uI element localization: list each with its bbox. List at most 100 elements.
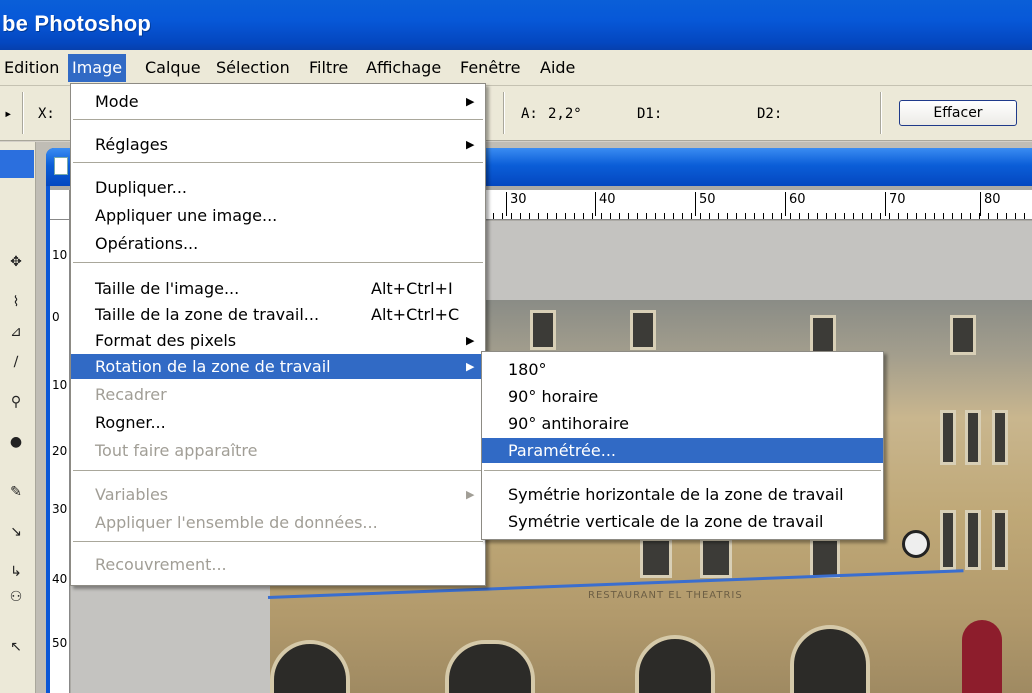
clear-button[interactable]: Effacer xyxy=(899,100,1017,126)
menu-item-recouvrement[interactable]: Recouvrement... xyxy=(71,552,485,577)
move-tool-icon[interactable]: ✥ xyxy=(6,252,26,272)
photo-dormer-window xyxy=(530,310,556,350)
photo-window xyxy=(940,510,956,570)
menu-item-variables[interactable]: Variables ▶ xyxy=(71,482,485,507)
submenu-item-90-antihoraire[interactable]: 90° antihoraire xyxy=(482,411,883,436)
menu-item-operations[interactable]: Opérations... xyxy=(71,231,485,256)
menu-calque[interactable]: Calque xyxy=(141,54,205,82)
menu-separator xyxy=(73,162,483,164)
photo-window xyxy=(992,510,1008,570)
submenu-item-symetrie-horizontale[interactable]: Symétrie horizontale de la zone de trava… xyxy=(482,482,883,507)
menu-selection[interactable]: Sélection xyxy=(212,54,294,82)
menu-affichage[interactable]: Affichage xyxy=(362,54,445,82)
brush-tool-icon[interactable]: ∕ xyxy=(6,352,26,372)
photo-arch xyxy=(790,625,870,693)
menu-item-dupliquer[interactable]: Dupliquer... xyxy=(71,175,485,200)
menu-separator xyxy=(73,119,483,121)
ruler-vertical[interactable]: 10 0 10 20 30 40 50 xyxy=(50,190,70,693)
menu-item-appliquer-ensemble-donnees[interactable]: Appliquer l'ensemble de données... xyxy=(71,510,485,535)
photo-dormer-window xyxy=(630,310,656,350)
photo-window xyxy=(965,510,981,570)
image-menu-dropdown: Mode ▶ Réglages ▶ Dupliquer... Appliquer… xyxy=(70,83,486,586)
ruler-tick-label: 80 xyxy=(980,192,1001,216)
menu-item-label: Appliquer l'ensemble de données... xyxy=(95,513,378,532)
menu-item-rogner[interactable]: Rogner... xyxy=(71,410,485,435)
menu-item-label: Recouvrement... xyxy=(95,555,227,574)
lasso-tool-icon[interactable]: ⌇ xyxy=(6,292,26,312)
ruler-origin[interactable] xyxy=(50,190,70,220)
submenu-item-symetrie-verticale[interactable]: Symétrie verticale de la zone de travail xyxy=(482,509,883,534)
document-icon xyxy=(54,157,68,175)
menu-aide[interactable]: Aide xyxy=(536,54,579,82)
menu-item-label: Recadrer xyxy=(95,385,167,404)
ruler-tick-label: 50 xyxy=(695,192,716,216)
pen-tool-icon[interactable]: ✎ xyxy=(6,482,26,502)
menu-item-label: Opérations... xyxy=(95,234,199,253)
menu-item-mode[interactable]: Mode ▶ xyxy=(71,89,485,114)
menu-separator xyxy=(73,541,483,543)
toolbox: ✥ ⌇ ⊿ ∕ ⚲ ● ✎ ↘ ↳ ⚇ ↖ xyxy=(0,142,36,693)
notes-tool-icon[interactable]: ⚇ xyxy=(6,587,26,607)
ruler-tick-label: 40 xyxy=(595,192,616,216)
menu-item-label: Rogner... xyxy=(95,413,166,432)
type-tool-icon[interactable]: ↘ xyxy=(6,522,26,542)
menu-fenetre[interactable]: Fenêtre xyxy=(456,54,525,82)
submenu-arrow-icon: ▶ xyxy=(466,488,475,501)
crop-tool-icon[interactable]: ⊿ xyxy=(6,322,26,342)
measure-tool-icon[interactable]: ↳ xyxy=(6,562,26,582)
d1-label: D1: xyxy=(637,106,663,122)
menu-item-label: Mode xyxy=(95,92,139,111)
menu-item-format-pixels[interactable]: Format des pixels ▶ xyxy=(71,328,485,353)
stamp-tool-icon[interactable]: ⚲ xyxy=(6,392,26,412)
d2-label: D2: xyxy=(757,106,783,122)
menu-separator xyxy=(73,262,483,264)
photo-sign-text: RESTAURANT EL THEATRIS xyxy=(588,590,743,601)
ruler-tick-label: 30 xyxy=(52,502,68,516)
ruler-tick-label: 30 xyxy=(506,192,527,216)
menu-separator xyxy=(484,470,881,472)
submenu-item-180[interactable]: 180° xyxy=(482,357,883,382)
rotation-submenu: 180° 90° horaire 90° antihoraire Paramét… xyxy=(481,351,884,540)
menu-item-label: Rotation de la zone de travail xyxy=(95,357,331,376)
photo-red-door xyxy=(962,620,1002,693)
photo-clock xyxy=(902,530,930,558)
menu-item-shortcut: Alt+Ctrl+I xyxy=(371,279,453,298)
photo-arch xyxy=(635,635,715,693)
ruler-tick-label: 60 xyxy=(785,192,806,216)
submenu-arrow-icon: ▶ xyxy=(466,138,475,151)
menu-item-label: Tout faire apparaître xyxy=(95,441,258,460)
menu-item-label: Dupliquer... xyxy=(95,178,188,197)
angle-value: 2,2° xyxy=(548,106,582,122)
menu-image[interactable]: Image xyxy=(68,54,127,82)
menu-item-label: Appliquer une image... xyxy=(95,206,278,225)
app-title-bar: be Photoshop xyxy=(0,0,1032,50)
options-caret-icon[interactable]: ▸ xyxy=(4,106,12,122)
menu-item-recadrer[interactable]: Recadrer xyxy=(71,382,485,407)
photo-window xyxy=(700,538,732,578)
ruler-tick-label: 10 xyxy=(52,248,68,262)
photo-window xyxy=(940,410,956,465)
menu-item-label: Taille de l'image... xyxy=(95,279,240,298)
hand-tool-icon[interactable]: ↖ xyxy=(6,637,26,657)
menu-item-reglages[interactable]: Réglages ▶ xyxy=(71,132,485,157)
menu-item-taille-image[interactable]: Taille de l'image... Alt+Ctrl+I xyxy=(71,276,485,301)
menu-item-rotation-zone-travail[interactable]: Rotation de la zone de travail ▶ xyxy=(71,354,485,379)
options-separator xyxy=(503,92,505,134)
x-label: X: xyxy=(38,106,55,122)
submenu-item-90-horaire[interactable]: 90° horaire xyxy=(482,384,883,409)
menu-item-label: Réglages xyxy=(95,135,168,154)
submenu-arrow-icon: ▶ xyxy=(466,95,475,108)
menu-item-tout-faire-apparaitre[interactable]: Tout faire apparaître xyxy=(71,438,485,463)
menu-item-appliquer-image[interactable]: Appliquer une image... xyxy=(71,203,485,228)
photo-dormer-window xyxy=(950,315,976,355)
dodge-tool-icon[interactable]: ● xyxy=(6,432,26,452)
menu-item-shortcut: Alt+Ctrl+C xyxy=(371,305,460,324)
menu-edition[interactable]: Edition xyxy=(0,54,63,82)
ruler-tick-label: 50 xyxy=(52,636,68,650)
angle-label: A: xyxy=(521,106,538,122)
menu-filtre[interactable]: Filtre xyxy=(305,54,352,82)
menu-item-taille-zone-travail[interactable]: Taille de la zone de travail... Alt+Ctrl… xyxy=(71,302,485,327)
submenu-item-parametree[interactable]: Paramétrée... xyxy=(482,438,883,463)
ruler-tick-label: 10 xyxy=(52,378,68,392)
photo-dormer-window xyxy=(810,315,836,355)
